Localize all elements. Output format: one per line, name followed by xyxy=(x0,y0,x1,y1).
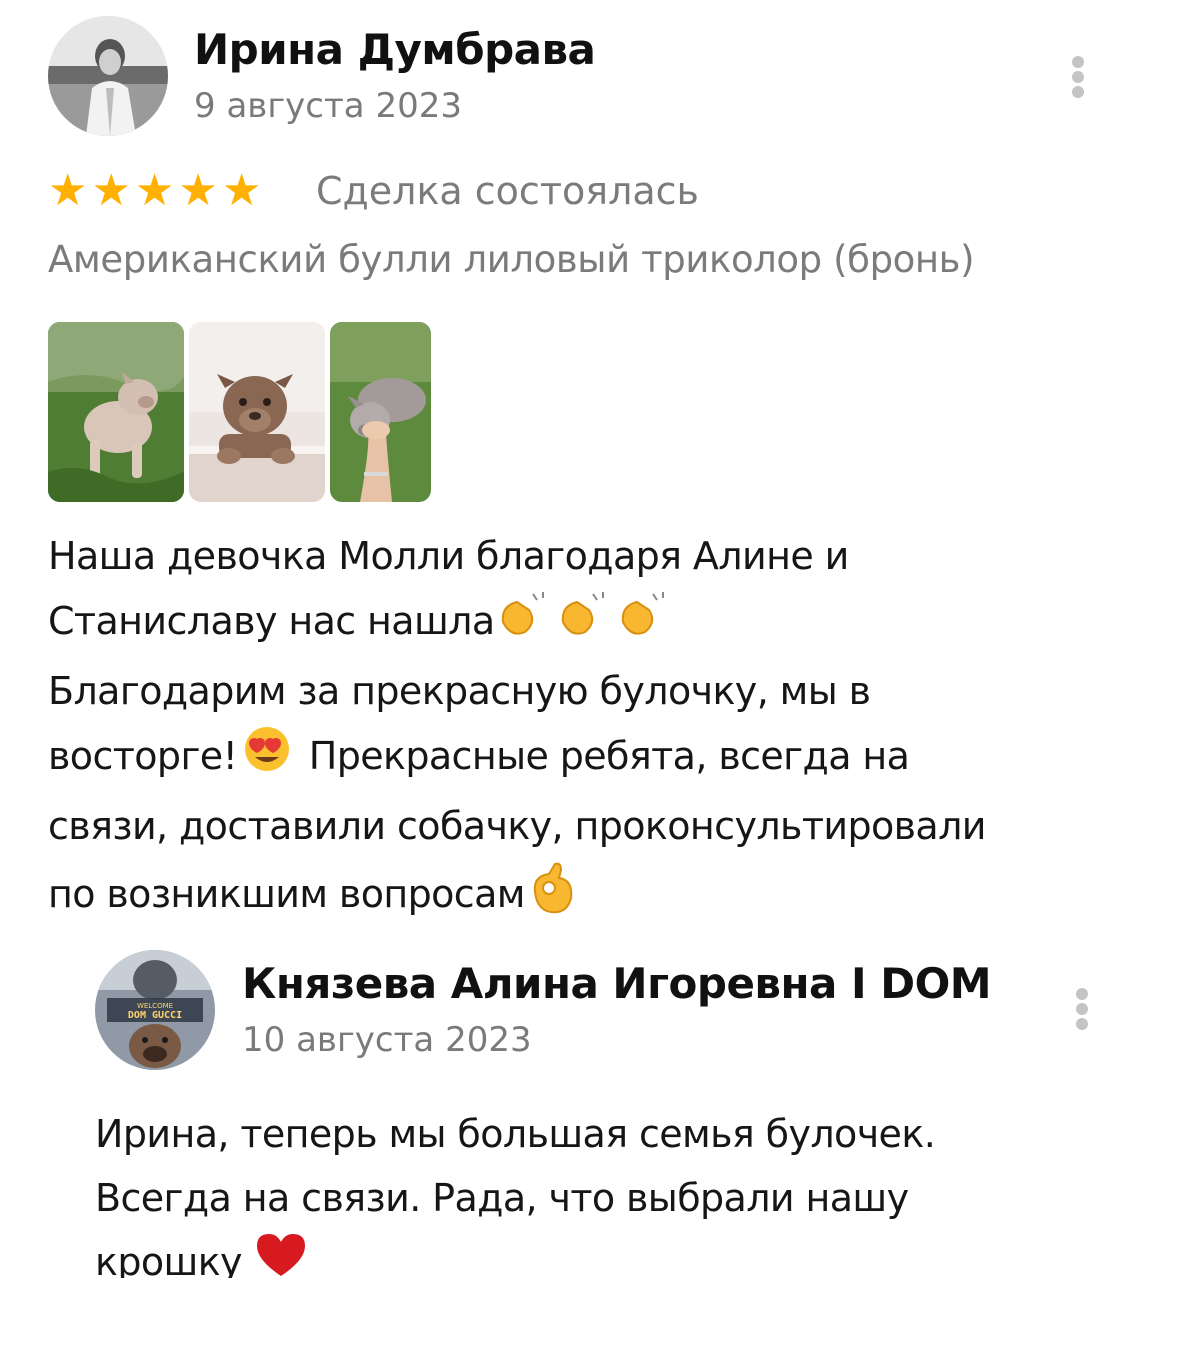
product-title[interactable]: Американский булли лиловый триколор (бро… xyxy=(48,234,975,286)
puppy-bath-photo xyxy=(189,322,325,502)
puppy-grass-photo xyxy=(48,322,184,502)
reply-date: 10 августа 2023 xyxy=(242,1020,532,1060)
reply-author-name[interactable]: Князева Алина Игоревна I DOM xyxy=(242,958,992,1010)
reply-more-button[interactable] xyxy=(1070,988,1094,1030)
star-icon: ★ xyxy=(134,165,175,216)
review-text-line-3: Благодарим за прекрасную булочку, мы в xyxy=(48,669,871,713)
dom-gucci-logo-icon: WELCOME DOM GUCCI xyxy=(95,950,215,1070)
svg-text:DOM GUCCI: DOM GUCCI xyxy=(128,1010,182,1021)
heart-eyes-emoji-icon xyxy=(237,723,297,794)
review-text: Наша девочка Молли благодаря Алине и Ста… xyxy=(48,524,1128,935)
clapping-hands-emoji-icon xyxy=(495,588,675,659)
review-more-button[interactable] xyxy=(1066,56,1090,98)
reply-text-line-1: Ирина, теперь мы большая семья булочек. xyxy=(95,1112,936,1156)
review-photo-3[interactable] xyxy=(330,322,431,502)
reply-text-line-2: Всегда на связи. Рада, что выбрали нашу xyxy=(95,1176,909,1220)
star-icon: ★ xyxy=(48,165,88,216)
review-text-line-6: по возникшим вопросам xyxy=(48,858,1128,935)
rating-stars: ★ ★ ★ ★ ★ xyxy=(48,168,261,214)
svg-text:WELCOME: WELCOME xyxy=(137,1002,173,1010)
review-photo-2[interactable] xyxy=(189,322,325,502)
review-photo-1[interactable] xyxy=(48,322,184,502)
review-text-line-4: восторге! Прекрасные ребята, всегда на xyxy=(48,723,1128,794)
puppy-hand-photo xyxy=(330,322,431,502)
review-text-line-5: связи, доставили собачку, проконсультиро… xyxy=(48,804,987,848)
review-date: 9 августа 2023 xyxy=(194,86,462,126)
review-text-line-2: Станиславу нас нашла xyxy=(48,588,1128,659)
deal-status: Сделка состоялась xyxy=(316,169,699,213)
more-dots-icon xyxy=(1076,988,1088,1000)
author-avatar-photo xyxy=(48,16,168,136)
author-name[interactable]: Ирина Думбрава xyxy=(194,24,596,76)
star-icon: ★ xyxy=(221,165,262,216)
ok-hand-emoji-icon xyxy=(525,858,581,935)
star-icon: ★ xyxy=(178,165,218,216)
more-dots-icon xyxy=(1072,56,1084,68)
review-text-line-1: Наша девочка Молли благодаря Алине и xyxy=(48,534,849,578)
reply-text-line-3: крошку xyxy=(95,1230,1135,1278)
author-avatar[interactable] xyxy=(48,16,168,136)
reply-author-avatar[interactable]: WELCOME DOM GUCCI xyxy=(95,950,215,1070)
red-heart-emoji-icon xyxy=(253,1230,309,1278)
star-icon: ★ xyxy=(91,165,131,216)
reply-text: Ирина, теперь мы большая семья булочек. … xyxy=(95,1102,1135,1278)
